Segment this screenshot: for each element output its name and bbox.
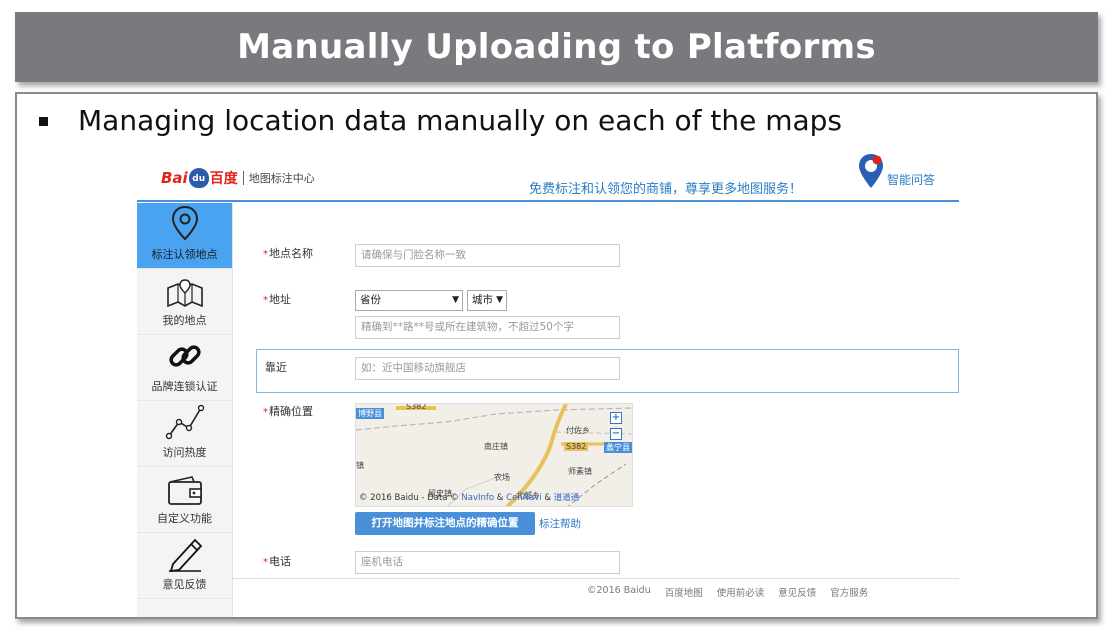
map-label: 蠡宁县 xyxy=(604,442,632,453)
sidebar-item-label: 我的地点 xyxy=(162,314,207,327)
footer-link-official-service[interactable]: 官方服务 xyxy=(830,585,868,599)
map-label: S382 xyxy=(406,403,427,411)
chevron-down-icon: ▼ xyxy=(496,295,503,305)
place-name-input[interactable]: 请确保与门脸名称一致 xyxy=(355,244,620,267)
open-map-button[interactable]: 打开地图并标注地点的精确位置 xyxy=(355,512,535,535)
sidebar-item-label: 标注认领地点 xyxy=(151,248,218,261)
name-label: *地点名称 xyxy=(263,247,313,260)
logo-separator xyxy=(242,171,244,185)
baidu-paw-icon: du xyxy=(188,168,209,188)
location-pin-icon xyxy=(171,205,198,241)
baidu-map-screenshot: Bai du 百度 地图标注中心 免费标注和认领您的商铺，尊享更多地图服务！ 智… xyxy=(137,152,959,617)
sidebar: 标注认领地点 我的地点 品牌连锁认证 访问热度 自定义功能 意见反馈 xyxy=(137,203,233,617)
sidebar-item-mark-claim[interactable]: 标注认领地点 xyxy=(137,203,232,269)
logo-bai-text: Bai xyxy=(161,169,188,187)
sidebar-item-custom-function[interactable]: 自定义功能 xyxy=(137,467,232,533)
slide: Manually Uploading to Platforms Managing… xyxy=(0,0,1118,638)
phone-label: *电话 xyxy=(263,555,291,568)
address-label: *地址 xyxy=(263,293,291,306)
smart-qa-link[interactable]: 智能问答 xyxy=(857,152,935,192)
map-label: 付佐乡 xyxy=(566,426,590,435)
location-label: *精确位置 xyxy=(263,405,313,418)
baidu-logo[interactable]: Bai du 百度 地图标注中心 xyxy=(161,168,315,188)
chevron-down-icon: ▼ xyxy=(452,295,459,305)
sidebar-item-feedback[interactable]: 意见反馈 xyxy=(137,533,232,599)
footer-copyright: ©2016 Baidu xyxy=(587,585,651,596)
zoom-in-button[interactable]: + xyxy=(610,412,622,424)
content-box: Managing location data manually on each … xyxy=(15,92,1098,619)
title-bar: Manually Uploading to Platforms xyxy=(15,12,1098,82)
slide-title: Manually Uploading to Platforms xyxy=(237,27,876,67)
map-label: 师素镇 xyxy=(568,467,592,476)
sidebar-item-label: 访问热度 xyxy=(162,446,207,459)
sidebar-item-brand-chain[interactable]: 品牌连锁认证 xyxy=(137,335,232,401)
map-label: 博野县 xyxy=(356,408,384,419)
map-label: 镇 xyxy=(356,461,364,470)
nearby-input[interactable]: 如：近中国移动旗舰店 xyxy=(355,357,620,380)
map-preview[interactable]: 博野县 S382 付佐乡 S382 南庄镇 镇 农场 师素镇 留史镇 北郭乡 蠡… xyxy=(355,403,633,507)
zoom-out-button[interactable]: − xyxy=(610,428,622,440)
footer-link-baidu-map[interactable]: 百度地图 xyxy=(665,585,703,599)
footer-link-read-first[interactable]: 使用前必读 xyxy=(717,585,765,599)
map-copyright: © 2016 Baidu - Data © NavInfo & CenNavi … xyxy=(359,493,580,503)
sidebar-item-label: 意见反馈 xyxy=(162,578,207,591)
header-slogan: 免费标注和认领您的商铺，尊享更多地图服务！ xyxy=(529,182,803,197)
screenshot-footer: ©2016 Baidu 百度地图 使用前必读 意见反馈 官方服务 xyxy=(233,578,959,617)
city-select[interactable]: 城市 ▼ xyxy=(467,290,507,311)
place-form: *地点名称 请确保与门脸名称一致 *地址 省份 ▼ 城市 ▼ 精确到**路**号或所… xyxy=(233,203,959,578)
sidebar-item-label: 自定义功能 xyxy=(157,512,212,525)
bullet-text: Managing location data manually on each … xyxy=(78,104,843,137)
logo-center-text: 地图标注中心 xyxy=(248,172,315,185)
smart-qa-pin-icon xyxy=(859,154,883,188)
map-label: 农场 xyxy=(494,473,510,482)
smart-qa-label: 智能问答 xyxy=(887,173,936,187)
wallet-icon xyxy=(167,476,202,505)
pencil-icon xyxy=(168,538,202,572)
map-label: 南庄镇 xyxy=(484,442,508,451)
chain-link-icon xyxy=(168,345,201,367)
map-label: S382 xyxy=(564,442,589,451)
mark-help-link[interactable]: 标注帮助 xyxy=(539,516,581,531)
phone-input[interactable]: 座机电话 xyxy=(355,551,620,574)
screenshot-header: Bai du 百度 地图标注中心 免费标注和认领您的商铺，尊享更多地图服务！ 智… xyxy=(137,152,959,202)
address-detail-input[interactable]: 精确到**路**号或所在建筑物，不超过50个字 xyxy=(355,316,620,339)
province-select[interactable]: 省份 ▼ xyxy=(355,290,463,311)
footer-links: ©2016 Baidu 百度地图 使用前必读 意见反馈 官方服务 xyxy=(587,585,882,599)
line-chart-icon xyxy=(165,404,204,440)
bullet-item: Managing location data manually on each … xyxy=(39,104,842,137)
footer-link-feedback[interactable]: 意见反馈 xyxy=(778,585,816,599)
sidebar-item-label: 品牌连锁认证 xyxy=(151,380,218,393)
logo-baidu-cn-text: 百度 xyxy=(209,171,238,187)
bullet-square-icon xyxy=(39,117,48,126)
folded-map-icon xyxy=(166,279,203,308)
nearby-label: 靠近 xyxy=(265,361,287,374)
sidebar-item-my-places[interactable]: 我的地点 xyxy=(137,269,232,335)
sidebar-item-visit-heat[interactable]: 访问热度 xyxy=(137,401,232,467)
